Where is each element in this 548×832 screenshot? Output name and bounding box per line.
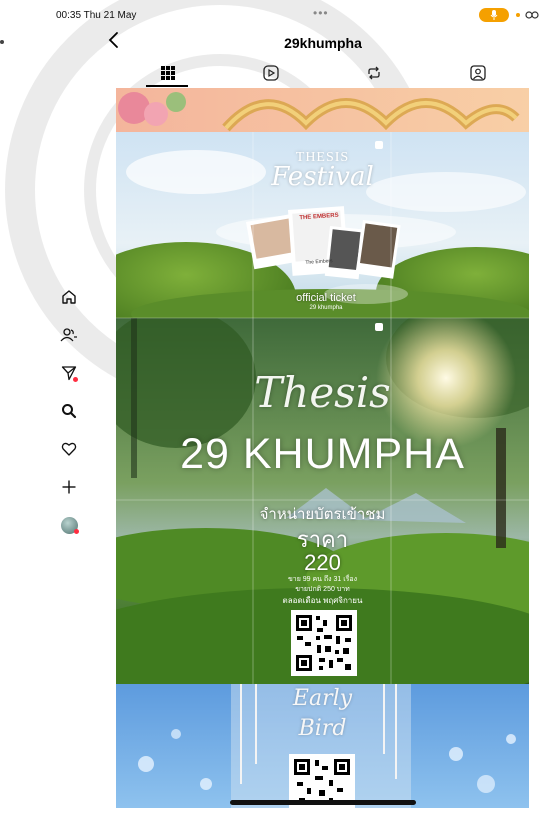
tab-posts[interactable] (138, 58, 198, 88)
early-bird-line-2: Bird (298, 716, 347, 741)
festival-title-bottom: Festival (271, 162, 374, 192)
profile-username: 29khumpha (284, 35, 362, 51)
nav-profile[interactable] (56, 512, 82, 538)
nav-home[interactable] (56, 284, 82, 310)
ticket-sub-label: 29 khumpha (309, 305, 343, 311)
tab-tagged[interactable] (448, 58, 508, 88)
post-main-poster[interactable]: Thesis 29 KHUMPHA จำหน่ายบัตรเข้าชม ราคา… (116, 318, 529, 684)
post-thesis-festival[interactable]: THESIS Festival THE EMBERS The Embers of… (116, 132, 529, 318)
plus-icon (62, 480, 76, 494)
carousel-icon (375, 141, 383, 149)
home-indicator[interactable] (230, 800, 416, 805)
poster-detail-3: ตลอดเดือน พฤศจิกายน (282, 596, 363, 605)
repost-icon (368, 66, 380, 80)
messages-badge (73, 377, 78, 382)
active-tab-indicator (146, 85, 188, 87)
tab-reels[interactable] (241, 58, 301, 88)
heart-icon (61, 442, 77, 456)
post-top-banner[interactable] (116, 88, 529, 132)
microphone-indicator (479, 8, 509, 22)
early-bird-line-1: Early (292, 686, 353, 711)
microphone-icon (490, 10, 498, 20)
carousel-icon (375, 323, 383, 331)
poster-qr-code (291, 610, 357, 676)
nav-search[interactable] (56, 398, 82, 424)
poster-price: 220 (304, 550, 341, 575)
posts-grid: THESIS Festival THE EMBERS The Embers of… (116, 88, 529, 808)
nav-create[interactable] (56, 474, 82, 500)
grid-icon (161, 66, 175, 80)
status-time: 00:35 Thu 21 May (56, 10, 137, 21)
search-icon (62, 404, 77, 419)
post-early-bird[interactable]: Early Bird (116, 684, 529, 808)
tagged-person-icon (470, 65, 486, 81)
nav-friends[interactable] (56, 322, 82, 348)
banner-image (116, 88, 529, 132)
ticket-label: official ticket (296, 292, 356, 304)
link-icon (525, 11, 539, 19)
poster-big-title: 29 KHUMPHA (180, 430, 465, 478)
people-icon (60, 328, 77, 342)
play-icon (263, 65, 279, 81)
privacy-dot (516, 13, 520, 17)
nav-messages[interactable] (56, 360, 82, 386)
multitask-dots[interactable]: ••• (313, 6, 329, 20)
nav-notifications[interactable] (56, 436, 82, 462)
status-bar: 00:35 Thu 21 May ••• (0, 0, 548, 26)
qr-code-icon (296, 615, 352, 671)
home-icon (62, 290, 76, 304)
tab-reposts[interactable] (344, 58, 404, 88)
profile-badge (74, 529, 79, 534)
poster-script-title: Thesis (254, 368, 391, 417)
